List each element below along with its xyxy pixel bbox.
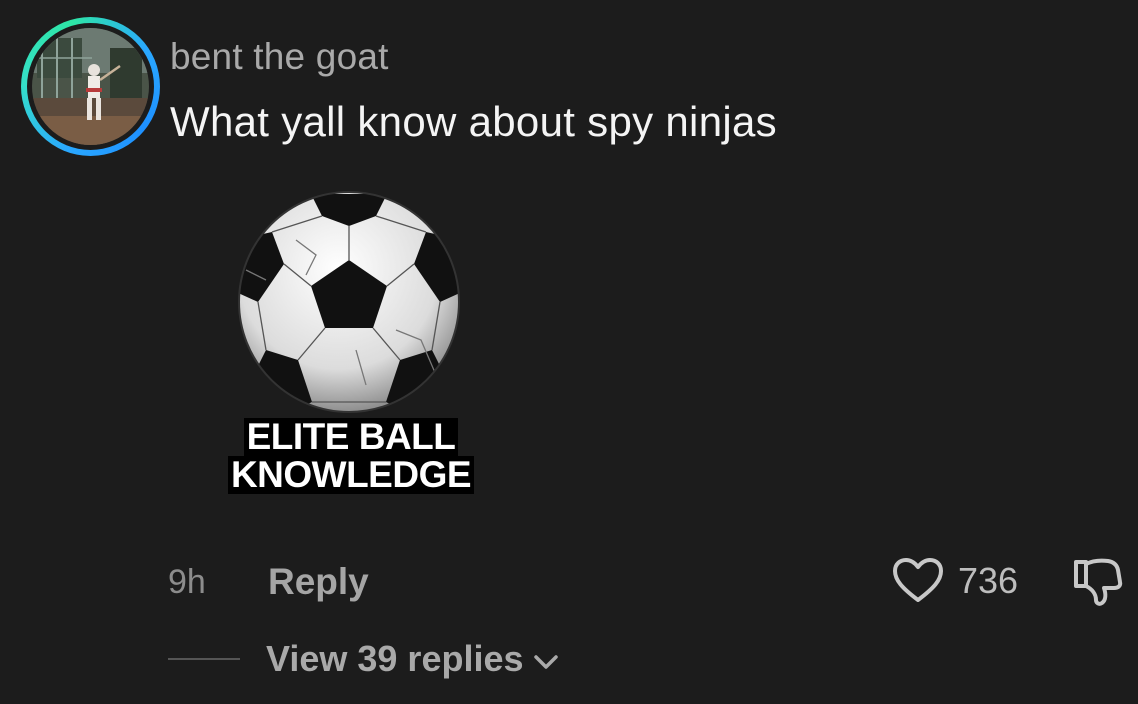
- like-button[interactable]: 736: [892, 558, 1018, 604]
- thumbs-down-icon[interactable]: [1072, 556, 1124, 608]
- view-replies-label: View 39 replies: [266, 638, 524, 679]
- comment-text: What yall know about spy ninjas: [170, 98, 777, 145]
- dislike-button[interactable]: [1072, 556, 1124, 613]
- sticker-caption-line-1: ELITE BALL: [243, 418, 459, 456]
- sticker-image[interactable]: ELITE BALL KNOWLEDGE: [206, 180, 496, 510]
- chevron-down-icon: [533, 655, 558, 669]
- avatar-ring-gap: [27, 23, 154, 150]
- avatar-photo: [32, 28, 149, 145]
- soccer-ball-image: [238, 191, 460, 413]
- comment-timestamp: 9h: [168, 563, 206, 601]
- sticker-caption: ELITE BALL KNOWLEDGE: [206, 418, 496, 494]
- avatar[interactable]: [32, 28, 149, 145]
- view-replies-button[interactable]: View 39 replies: [168, 638, 560, 680]
- avatar-ring[interactable]: [21, 17, 160, 156]
- heart-icon[interactable]: [892, 558, 944, 604]
- comment-item: bent the goat What yall know about spy n…: [0, 0, 1138, 704]
- reply-button[interactable]: Reply: [268, 561, 369, 603]
- sticker-caption-line-2: KNOWLEDGE: [227, 456, 475, 494]
- replies-divider: [168, 658, 240, 660]
- username[interactable]: bent the goat: [170, 36, 389, 78]
- like-count: 736: [958, 560, 1019, 601]
